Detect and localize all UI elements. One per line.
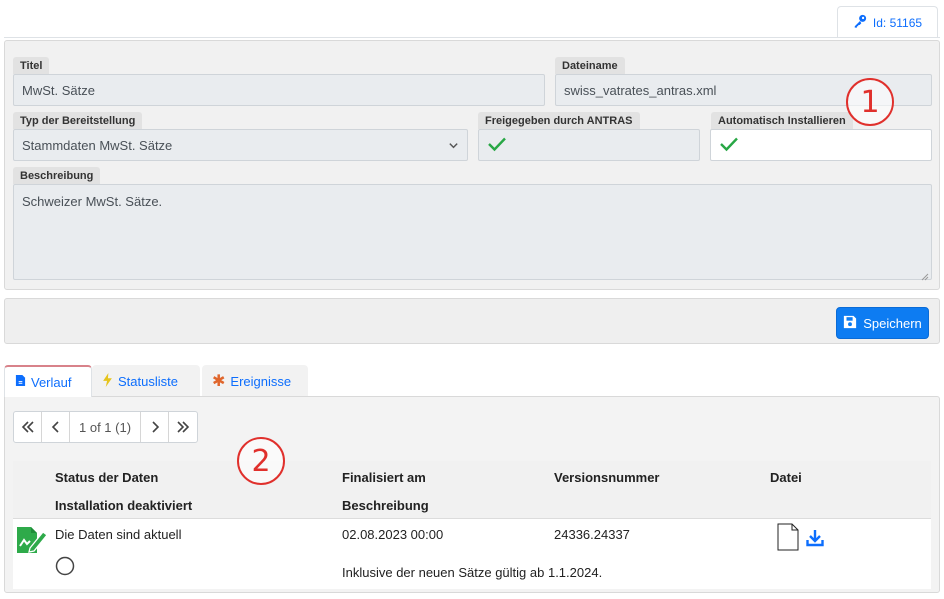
first-page-button[interactable] (14, 412, 42, 442)
released-label: Freigegeben durch ANTRAS (478, 112, 640, 129)
record-id-label: Id: 51165 (872, 15, 923, 30)
type-value: Stammdaten MwSt. Sätze (22, 137, 173, 153)
page-info: 1 of 1 (1) (70, 412, 142, 442)
double-chevron-left-icon (21, 421, 34, 433)
chevron-down-icon (448, 140, 459, 154)
header-install-disabled[interactable]: Installation deaktiviert (55, 498, 192, 513)
header-description[interactable]: Beschreibung (342, 498, 429, 513)
type-label: Typ der Bereitstellung (13, 112, 143, 129)
filename-value: swiss_vatrates_antras.xml (564, 82, 717, 98)
save-button[interactable]: Speichern (836, 307, 929, 339)
grid-header: Status der Daten Finalisiert am Versions… (13, 461, 931, 519)
row-description: Inklusive der neuen Sätze gültig ab 1.1.… (342, 565, 603, 580)
header-file[interactable]: Datei (770, 470, 802, 485)
double-chevron-right-icon (177, 421, 190, 433)
install-disabled-radio[interactable] (55, 556, 75, 581)
next-page-button[interactable] (141, 412, 170, 442)
record-form: Titel MwSt. Sätze Dateiname swiss_vatrat… (4, 40, 940, 290)
pager: 1 of 1 (1) (13, 411, 199, 443)
last-page-button[interactable] (169, 412, 197, 442)
data-current-status-icon (16, 526, 48, 559)
type-select[interactable]: Stammdaten MwSt. Sätze (13, 129, 468, 161)
key-icon (853, 14, 867, 31)
filename-label: Dateiname (555, 57, 625, 74)
callout-marker-1: 1 (846, 78, 894, 126)
file-icon[interactable] (777, 523, 799, 556)
chevron-left-icon (51, 421, 59, 433)
prev-page-button[interactable] (42, 412, 70, 442)
header-status[interactable]: Status der Daten (55, 470, 158, 485)
lightning-icon (102, 372, 113, 390)
callout-marker-2: 2 (237, 437, 285, 485)
description-label: Beschreibung (13, 167, 101, 184)
check-icon (719, 136, 739, 155)
tab-verlauf[interactable]: Verlauf (4, 365, 92, 397)
asterisk-icon: ✱ (212, 373, 226, 390)
row-finalized: 02.08.2023 00:00 (342, 527, 444, 542)
released-checkbox (478, 129, 700, 161)
history-panel: 1 of 1 (1) Status der Daten Finalisiert … (4, 396, 940, 593)
autoinstall-checkbox[interactable] (710, 129, 932, 161)
record-id-tab[interactable]: Id: 51165 (837, 6, 938, 38)
tab-verlauf-label: Verlauf (31, 374, 72, 390)
row-status: Die Daten sind aktuell (55, 527, 182, 542)
document-icon (15, 374, 26, 390)
save-label: Speichern (863, 315, 922, 331)
autoinstall-label: Automatisch Installieren (711, 112, 853, 129)
description-value: Schweizer MwSt. Sätze. (22, 194, 163, 209)
action-bar: Speichern (4, 298, 940, 344)
tab-statusliste-label: Statusliste (118, 373, 178, 389)
tab-ereignisse[interactable]: ✱ Ereignisse (202, 365, 308, 397)
floppy-disk-icon (843, 315, 857, 332)
download-icon[interactable] (806, 529, 824, 552)
header-finalized[interactable]: Finalisiert am (342, 470, 426, 485)
description-textarea[interactable]: Schweizer MwSt. Sätze. (13, 184, 932, 281)
chevron-right-icon (151, 421, 159, 433)
title-value: MwSt. Sätze (22, 82, 95, 98)
check-icon (487, 136, 507, 155)
divider (4, 37, 940, 38)
tab-statusliste[interactable]: Statusliste (92, 365, 200, 397)
title-field[interactable]: MwSt. Sätze (13, 74, 545, 106)
history-grid: Status der Daten Finalisiert am Versions… (13, 461, 931, 589)
resize-handle-icon[interactable] (921, 269, 929, 281)
header-version[interactable]: Versionsnummer (554, 470, 660, 485)
tab-ereignisse-label: Ereignisse (230, 373, 292, 389)
row-version: 24336.24337 (554, 527, 630, 542)
title-label: Titel (13, 57, 50, 74)
